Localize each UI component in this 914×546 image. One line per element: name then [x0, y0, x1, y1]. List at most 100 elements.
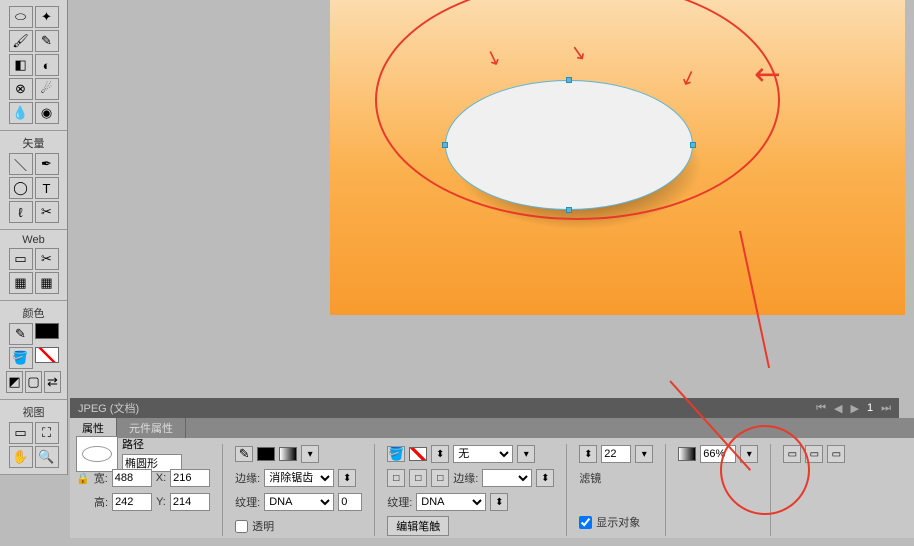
- prev-page-icon[interactable]: ◀: [834, 402, 842, 415]
- swap-colors[interactable]: ⇄: [44, 371, 61, 393]
- texture2-select[interactable]: DNA: [416, 493, 486, 511]
- handle-left[interactable]: [442, 142, 448, 148]
- opacity-input[interactable]: [700, 445, 736, 463]
- stroke-color-swatch[interactable]: [35, 323, 59, 339]
- first-page-icon[interactable]: ⏮: [816, 402, 826, 415]
- pen-tool[interactable]: ✒: [35, 153, 59, 175]
- stroke-color-picker[interactable]: ✎: [9, 323, 33, 345]
- pencil-tool[interactable]: ✎: [35, 30, 59, 52]
- width-label: 宽:: [94, 470, 108, 486]
- texture2-spinner-icon[interactable]: ⬍: [490, 493, 508, 511]
- opacity-swatch[interactable]: [678, 447, 696, 461]
- extra-icon-1[interactable]: ▭: [783, 445, 801, 463]
- show-slice-tool[interactable]: ▦: [35, 272, 59, 294]
- canvas[interactable]: ↘ ↘ ↙ ↙: [330, 0, 905, 315]
- height-label: 高:: [94, 494, 108, 510]
- stamp-tool[interactable]: ⊗: [9, 78, 33, 100]
- y-input[interactable]: [170, 493, 210, 511]
- texture-label: 纹理:: [235, 494, 260, 510]
- fill-spinner-icon[interactable]: ⬍: [431, 445, 449, 463]
- spinner-up-down-icon[interactable]: ⬍: [579, 445, 597, 463]
- knife-tool[interactable]: ✂: [35, 201, 59, 223]
- magic-wand-tool[interactable]: ✦: [35, 6, 59, 28]
- x-label: X:: [156, 472, 166, 484]
- x-input[interactable]: [170, 469, 210, 487]
- filter-label: 滤镜: [579, 470, 601, 486]
- tab-element-properties[interactable]: 元件属性: [117, 418, 186, 438]
- fill-bucket-icon[interactable]: 🪣: [387, 446, 405, 462]
- fill-none-swatch[interactable]: [409, 447, 427, 461]
- lock-icon[interactable]: 🔒: [76, 472, 90, 485]
- stroke-options-icon[interactable]: ▾: [301, 445, 319, 463]
- eraser-tool[interactable]: ◧: [9, 54, 33, 76]
- annotation-arrow-2: ↘: [568, 39, 589, 67]
- blur-tool[interactable]: ◐: [35, 54, 59, 76]
- edge-label: 边缘:: [235, 470, 260, 486]
- text-tool[interactable]: T: [35, 177, 59, 199]
- line-tool[interactable]: ＼: [9, 153, 33, 175]
- y-label: Y:: [156, 496, 166, 508]
- canvas-area: ↘ ↘ ↙ ↙: [70, 0, 910, 395]
- burn-tool[interactable]: ◉: [35, 102, 59, 124]
- default-colors[interactable]: ◩: [6, 371, 23, 393]
- dodge-tool[interactable]: 💧: [9, 102, 33, 124]
- handle-right[interactable]: [690, 142, 696, 148]
- annotation-arrow-4: ↙: [745, 51, 791, 97]
- path-label: 路径: [122, 436, 182, 452]
- properties-panel: 属性 元件属性 路径 🔒 宽: X: 高: Y:: [70, 418, 914, 538]
- texture-select[interactable]: DNA: [264, 493, 334, 511]
- last-page-icon[interactable]: ⏭: [881, 402, 891, 415]
- edge-spinner-icon[interactable]: ⬍: [338, 469, 356, 487]
- lasso-tool[interactable]: ⬭: [9, 6, 33, 28]
- spinner-input[interactable]: [601, 445, 631, 463]
- object-thumbnail: [76, 436, 118, 472]
- fill-color-picker[interactable]: 🪣: [9, 347, 33, 369]
- show-object-label: 显示对象: [596, 514, 640, 530]
- handle-bottom[interactable]: [566, 207, 572, 213]
- edge2-select[interactable]: [482, 469, 532, 487]
- standard-screen[interactable]: ▭: [9, 422, 33, 444]
- handle-top[interactable]: [566, 77, 572, 83]
- edit-brush-button[interactable]: 编辑笔触: [387, 516, 449, 536]
- page-navigation: ⏮ ◀ ▶ 1 ⏭: [816, 402, 891, 415]
- tab-properties[interactable]: 属性: [70, 418, 117, 438]
- spinner-dropdown-icon[interactable]: ▾: [635, 445, 653, 463]
- edge2-spinner-icon[interactable]: ⬍: [536, 469, 554, 487]
- fill-options-icon[interactable]: ▾: [517, 445, 535, 463]
- full-screen[interactable]: ⛶: [35, 422, 59, 444]
- texture2-label: 纹理:: [387, 494, 412, 510]
- show-object-checkbox[interactable]: [579, 516, 592, 529]
- height-input[interactable]: [112, 493, 152, 511]
- ellipse-shape[interactable]: [445, 80, 693, 210]
- cap-style-1[interactable]: □: [387, 469, 405, 487]
- edge-select[interactable]: 消除锯齿: [264, 469, 334, 487]
- hand-tool[interactable]: ✋: [9, 446, 33, 468]
- width-input[interactable]: [112, 469, 152, 487]
- zoom-tool[interactable]: 🔍: [35, 446, 59, 468]
- stroke-style-pencil-icon[interactable]: ✎: [235, 446, 253, 462]
- hotspot-tool[interactable]: ▭: [9, 248, 33, 270]
- edge2-label: 边缘:: [453, 470, 478, 486]
- ellipse-tool[interactable]: ◯: [9, 177, 33, 199]
- slice-tool[interactable]: ✂: [35, 248, 59, 270]
- web-section-label: Web: [6, 234, 61, 246]
- ellipse-object[interactable]: [445, 80, 693, 210]
- stroke-gradient-mini[interactable]: [279, 447, 297, 461]
- hide-slice-tool[interactable]: ▦: [9, 272, 33, 294]
- freeform-tool[interactable]: ℓ: [9, 201, 33, 223]
- no-color[interactable]: ▢: [25, 371, 42, 393]
- fill-type-select[interactable]: 无: [453, 445, 513, 463]
- brush-tool[interactable]: 🖌: [9, 30, 33, 52]
- fill-color-swatch[interactable]: [35, 347, 59, 363]
- extra-icon-2[interactable]: ▭: [805, 445, 823, 463]
- cap-style-3[interactable]: □: [431, 469, 449, 487]
- extra-icon-3[interactable]: ▭: [827, 445, 845, 463]
- transparent-checkbox[interactable]: [235, 520, 248, 533]
- tools-panel: ⬭ ✦ 🖌 ✎ ◧ ◐ ⊗ ☄ 💧 ◉ 矢量 ＼ ✒ ◯ T ℓ: [0, 0, 68, 475]
- texture-amount-input[interactable]: [338, 493, 362, 511]
- cap-style-2[interactable]: □: [409, 469, 427, 487]
- smudge-tool[interactable]: ☄: [35, 78, 59, 100]
- opacity-dropdown-icon[interactable]: ▾: [740, 445, 758, 463]
- next-page-icon[interactable]: ▶: [851, 402, 859, 415]
- stroke-color-mini[interactable]: [257, 447, 275, 461]
